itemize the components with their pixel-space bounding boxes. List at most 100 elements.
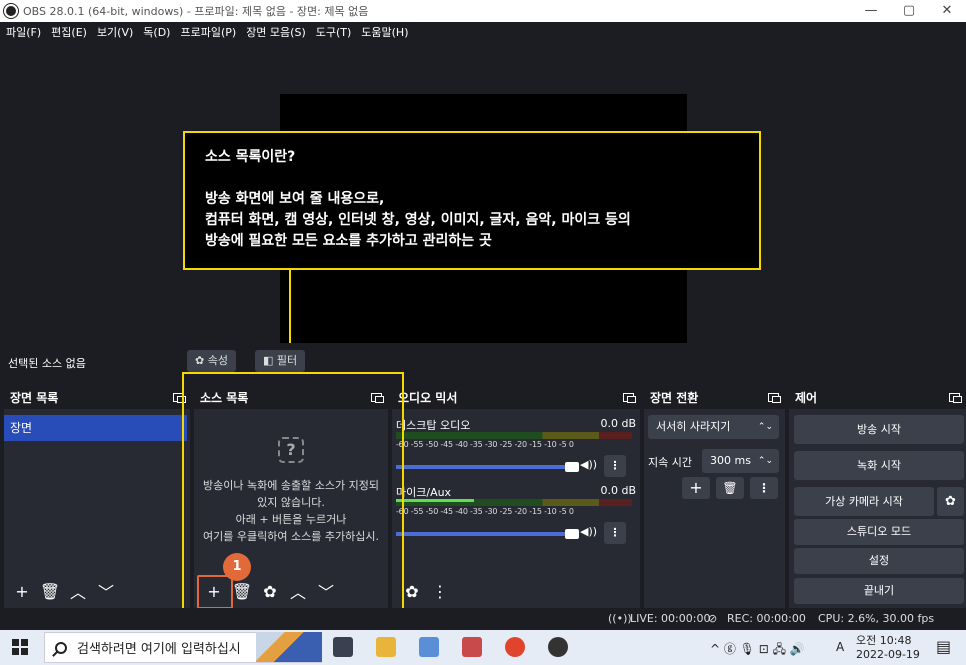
float-dock-icon[interactable] (768, 392, 781, 403)
volume-slider[interactable] (396, 529, 579, 539)
search-highlight-image (256, 632, 322, 662)
paint-app-icon[interactable] (462, 637, 482, 657)
exit-button[interactable]: 끝내기 (794, 578, 964, 604)
obs-logo-icon (4, 4, 18, 18)
speaker-icon[interactable]: ◀)) (580, 525, 597, 538)
clock-date[interactable]: 2022-09-19 (856, 648, 920, 661)
speaker-icon[interactable]: ◀)) (580, 458, 597, 471)
filters-button[interactable]: ◧ 필터 (255, 350, 306, 372)
studio-mode-button[interactable]: 스튜디오 모드 (794, 519, 964, 545)
start-recording-button[interactable]: 녹화 시작 (794, 451, 964, 480)
mixer-menu-button[interactable]: ⋮ (428, 580, 452, 602)
virtual-camera-settings-button[interactable]: ✿ (937, 487, 964, 516)
chrome-icon[interactable] (505, 637, 525, 657)
obs-taskbar-icon[interactable] (548, 637, 568, 657)
transition-type-select[interactable]: 서서히 사라지기 ⌃⌄ (648, 415, 779, 439)
channel-menu-button[interactable]: ⋮ (604, 455, 626, 477)
updown-icon: ⌃⌄ (757, 422, 773, 432)
window-titlebar: OBS 28.0.1 (64-bit, windows) - 프로파일: 제목 … (0, 0, 966, 22)
audio-mixer-title: 오디오 믹서 (398, 390, 458, 405)
scenes-dock-title: 장면 목록 (10, 390, 59, 405)
callout-line: 방송에 필요한 모든 요소를 추가하고 관리하는 곳 (205, 233, 492, 249)
menu-tools[interactable]: 도구(T) (316, 24, 352, 40)
status-bar: ((•)) LIVE: 00:00:00 ⊘ REC: 00:00:00 CPU… (0, 608, 966, 630)
controls-dock: 제어 방송 시작 녹화 시작 가상 카메라 시작 ✿ 스튜디오 모드 설정 끝내… (789, 385, 966, 608)
step-badge: 1 (223, 553, 251, 581)
channel-name: 마이크/Aux (396, 486, 452, 499)
live-indicator-icon: ((•)) (608, 612, 632, 625)
search-placeholder: 검색하려면 여기에 입력하십시 (77, 642, 241, 657)
settings-button[interactable]: 설정 (794, 548, 964, 574)
transition-menu-button[interactable]: ⋮ (750, 477, 778, 499)
updown-icon: ⌃⌄ (757, 456, 773, 466)
search-icon (55, 641, 67, 654)
minimize-button[interactable]: — (852, 0, 890, 22)
gear-icon: ✿ (195, 354, 205, 367)
menu-view[interactable]: 보기(V) (97, 24, 133, 40)
remove-transition-button[interactable]: 🗑︎ (716, 477, 744, 499)
properties-bar: 선택된 소스 없음 ✿ 속성 ◧ 필터 (0, 343, 966, 381)
menu-profile[interactable]: 프로파일(P) (180, 24, 236, 40)
transitions-title: 장면 전환 (650, 390, 699, 405)
menu-help[interactable]: 도움말(H) (361, 24, 408, 40)
move-scene-up-button[interactable]: ︿ (66, 580, 90, 602)
meter-ticks: -60 -55 -50 -45 -40 -35 -30 -25 -20 -15 … (396, 507, 574, 516)
windows-start-icon[interactable] (12, 639, 28, 655)
notes-app-icon[interactable] (419, 637, 439, 657)
no-source-selected-label: 선택된 소스 없음 (8, 357, 86, 370)
clock-time[interactable]: 오전 10:48 (856, 632, 911, 648)
callout-line: 방송 화면에 보여 줄 내용으로, (205, 191, 385, 207)
audio-mixer-dock: 오디오 믹서 데스크탑 오디오 0.0 dB -60 -55 -50 -45 -… (392, 385, 640, 608)
float-dock-icon[interactable] (623, 392, 636, 403)
start-virtual-camera-button[interactable]: 가상 카메라 시작 (794, 487, 934, 516)
volume-meter (396, 432, 632, 439)
rec-time: REC: 00:00:00 (727, 612, 806, 625)
mixer-channel: 마이크/Aux 0.0 dB -60 -55 -50 -45 -40 -35 -… (396, 484, 636, 550)
live-time: LIVE: 00:00:00 (630, 612, 711, 625)
properties-button[interactable]: ✿ 속성 (187, 350, 236, 372)
volume-meter (396, 499, 632, 506)
scene-list-item[interactable]: 장면 (4, 415, 187, 441)
channel-name: 데스크탑 오디오 (396, 419, 471, 432)
float-dock-icon[interactable] (949, 392, 962, 403)
mixer-channel: 데스크탑 오디오 0.0 dB -60 -55 -50 -45 -40 -35 … (396, 417, 636, 483)
properties-label: 속성 (207, 354, 228, 367)
chevron-up-icon: ︿ (69, 583, 86, 602)
filters-label: 필터 (276, 354, 298, 367)
start-streaming-button[interactable]: 방송 시작 (794, 415, 964, 444)
chevron-down-icon: ﹀ (97, 583, 114, 602)
system-tray: ^ ⓖ 🎙 ⊡ 🖧 🔊 A 오전 10:48 2022-09-19 ▤ (706, 630, 966, 665)
cpu-fps: CPU: 2.6%, 30.00 fps (818, 612, 935, 625)
duration-value: 300 ms (710, 454, 751, 467)
add-source-highlight (197, 575, 233, 609)
move-scene-down-button[interactable]: ﹀ (94, 580, 118, 602)
channel-menu-button[interactable]: ⋮ (604, 522, 626, 544)
menu-bar: 파일(F) 편집(E) 보기(V) 독(D) 프로파일(P) 장면 모음(S) … (0, 22, 966, 42)
add-transition-button[interactable]: + (682, 477, 710, 499)
duration-label: 지속 시간 (648, 456, 692, 469)
task-view-icon[interactable] (333, 637, 353, 657)
notifications-icon[interactable]: ▤ (936, 637, 951, 656)
window-title: OBS 28.0.1 (64-bit, windows) - 프로파일: 제목 … (23, 5, 369, 18)
menu-file[interactable]: 파일(F) (6, 24, 41, 40)
callout-title: 소스 목록이란? (205, 149, 296, 165)
gears-icon: ✿ (405, 581, 419, 601)
annotation-callout: 소스 목록이란? 방송 화면에 보여 줄 내용으로, 컴퓨터 화면, 캠 영상,… (183, 131, 761, 270)
menu-edit[interactable]: 편집(E) (51, 24, 87, 40)
filter-icon: ◧ (263, 354, 274, 367)
add-scene-button[interactable]: + (10, 580, 34, 602)
maximize-button[interactable]: ▢ (890, 0, 928, 22)
trash-icon: 🗑︎ (722, 481, 738, 495)
meter-ticks: -60 -55 -50 -45 -40 -35 -30 -25 -20 -15 … (396, 440, 574, 449)
volume-slider[interactable] (396, 462, 579, 472)
file-explorer-icon[interactable] (376, 637, 396, 657)
scene-transitions-dock: 장면 전환 서서히 사라지기 ⌃⌄ 지속 시간 300 ms ⌃⌄ + 🗑︎ ⋮ (644, 385, 785, 608)
remove-scene-button[interactable]: 🗑︎ (38, 580, 62, 602)
tray-icons[interactable]: ^ ⓖ 🎙 ⊡ 🖧 🔊 (710, 640, 805, 661)
duration-spinbox[interactable]: 300 ms ⌃⌄ (702, 449, 779, 473)
input-language[interactable]: A (836, 640, 844, 654)
close-button[interactable]: ✕ (928, 0, 966, 22)
channel-db: 0.0 dB (600, 417, 636, 430)
menu-docks[interactable]: 독(D) (143, 24, 170, 40)
menu-scene-collection[interactable]: 장면 모음(S) (246, 24, 306, 40)
